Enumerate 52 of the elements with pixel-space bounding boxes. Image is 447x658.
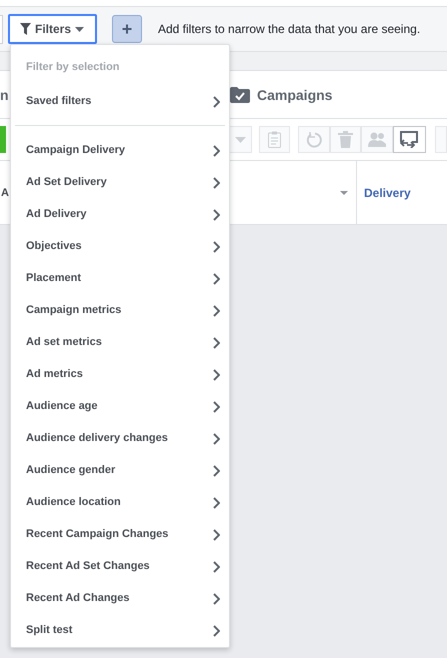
trash-icon — [338, 131, 353, 148]
caret-icon — [75, 26, 84, 32]
menu-item[interactable]: Audience gender — [11, 454, 229, 486]
chevron-right-icon — [213, 624, 220, 636]
menu-item[interactable]: Campaign metrics — [11, 294, 229, 326]
menu-item[interactable]: Audience delivery changes — [11, 422, 229, 454]
chevron-right-icon — [213, 96, 220, 108]
funnel-icon — [20, 23, 31, 35]
chevron-right-icon — [213, 336, 220, 348]
menu-item[interactable]: Audience age — [11, 390, 229, 422]
swap-arrows-icon — [400, 131, 418, 148]
menu-item[interactable]: Ad set metrics — [11, 326, 229, 358]
menu-item[interactable]: Objectives — [11, 230, 229, 262]
chevron-right-icon — [213, 400, 220, 412]
column-header[interactable]: Delivery — [364, 186, 411, 200]
chevron-right-icon — [213, 528, 220, 540]
menu-header: Filter by selection — [26, 61, 121, 75]
menu-item[interactable]: Recent Campaign Changes — [11, 518, 229, 550]
menu-item[interactable]: Split test — [11, 614, 229, 646]
column-header[interactable]: A — [1, 186, 9, 198]
menu-item[interactable]: Ad Delivery — [11, 198, 229, 230]
menu-item[interactable]: Placement — [11, 262, 229, 294]
chevron-right-icon — [213, 208, 220, 220]
chevron-right-icon — [213, 272, 220, 284]
chevron-right-icon — [213, 592, 220, 604]
sort-caret-icon[interactable] — [340, 191, 348, 195]
chevron-right-icon — [213, 432, 220, 444]
refresh-icon — [306, 132, 322, 148]
chevron-right-icon — [213, 240, 220, 252]
chevron-right-icon — [213, 176, 220, 188]
create-button[interactable] — [0, 126, 6, 153]
people-icon — [368, 132, 386, 148]
caret-icon — [234, 136, 246, 142]
chevron-right-icon — [213, 560, 220, 572]
chevron-right-icon — [213, 144, 220, 156]
menu-item[interactable]: Saved filters — [11, 85, 229, 117]
clipboard-icon — [268, 131, 281, 148]
menu-item[interactable]: Ad metrics — [11, 358, 229, 390]
menu-item[interactable]: Recent Ad Changes — [11, 582, 229, 614]
menu-item[interactable]: Recent Ad Set Changes — [11, 550, 229, 582]
compare-button[interactable] — [392, 126, 426, 153]
filters-button[interactable]: Filters — [8, 14, 97, 44]
chevron-right-icon — [213, 464, 220, 476]
menu-item[interactable]: Campaign Delivery — [11, 134, 229, 166]
tab[interactable]: Campaigns — [230, 86, 332, 102]
chevron-right-icon — [213, 496, 220, 508]
menu-item[interactable]: Audience location — [11, 486, 229, 518]
chevron-right-icon — [213, 368, 220, 380]
add-filter-button[interactable]: + — [112, 15, 142, 43]
chevron-right-icon — [213, 304, 220, 316]
menu-item[interactable]: Ad Set Delivery — [11, 166, 229, 198]
filter-hint: Add filters to narrow the data that you are seeing. — [158, 22, 420, 36]
